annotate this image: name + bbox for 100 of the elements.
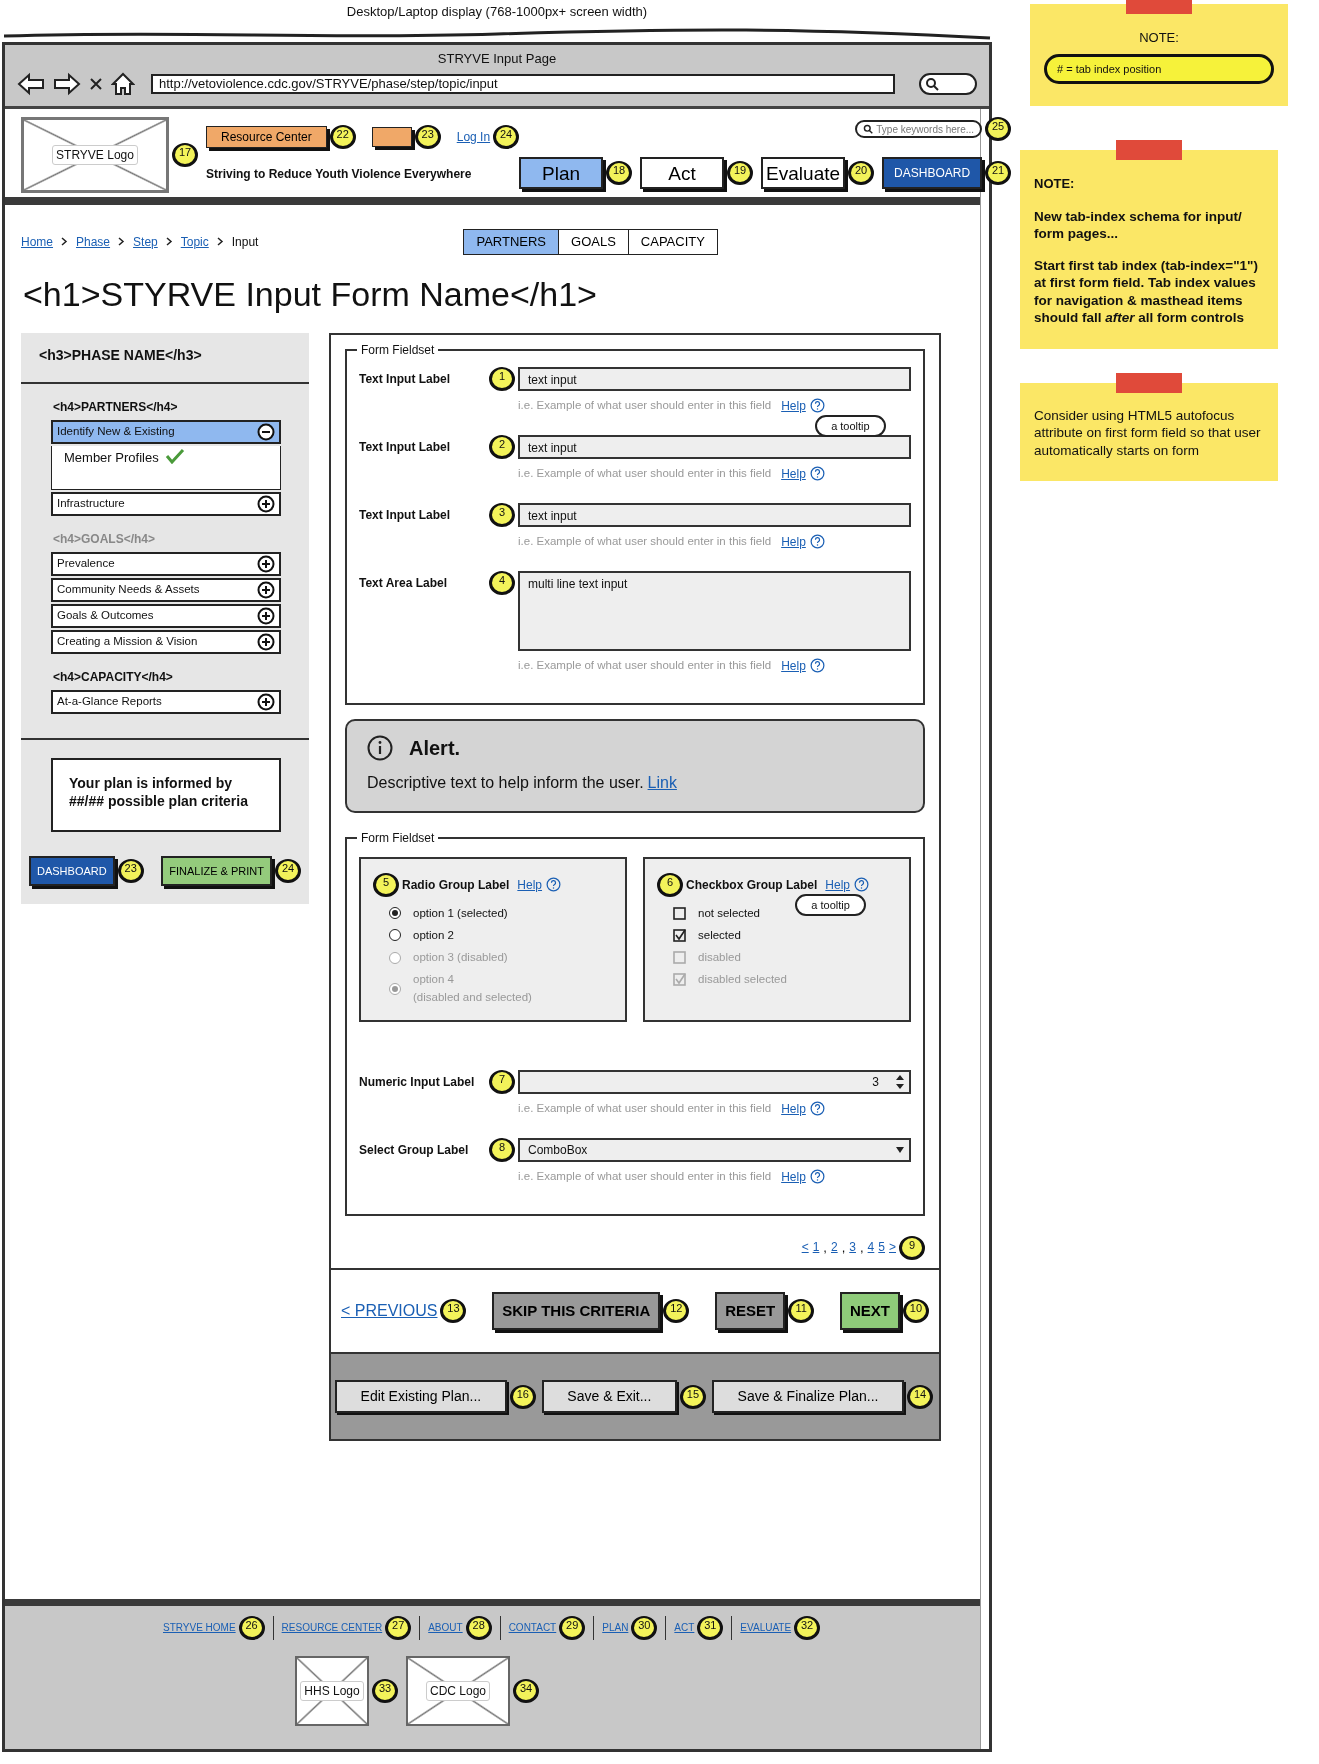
page-link[interactable]: 5 — [878, 1238, 885, 1258]
page-link[interactable]: > — [889, 1238, 896, 1258]
plus-icon[interactable] — [257, 494, 275, 513]
field-label: Text Input Label — [359, 506, 452, 524]
input-value: 3 — [872, 1073, 879, 1091]
breadcrumb-link[interactable]: Home — [21, 232, 53, 251]
tape-strip — [1126, 0, 1192, 14]
dashboard-tab[interactable]: DASHBOARD — [882, 157, 983, 189]
search-field[interactable] — [919, 73, 977, 95]
help-icon[interactable] — [809, 534, 825, 549]
finalize-button[interactable]: FINALIZE & PRINT — [161, 855, 272, 886]
plan-button[interactable]: Save & Finalize Plan... — [712, 1380, 904, 1414]
tab-index-marker: 18 — [606, 161, 633, 185]
tab-index-marker: 30 — [631, 1615, 658, 1640]
footer-link[interactable]: CONTACT — [508, 1622, 557, 1633]
next-button[interactable]: NEXT — [839, 1291, 900, 1331]
chevron-icon — [118, 237, 126, 247]
help-link[interactable]: Help — [517, 875, 543, 894]
search-placeholder: Type keywords here... — [876, 122, 975, 137]
breadcrumb-link[interactable]: Topic — [180, 232, 209, 251]
close-icon[interactable] — [89, 77, 103, 91]
help-link[interactable]: Help — [825, 875, 851, 894]
breadcrumb-link[interactable]: Phase — [76, 232, 111, 251]
separator-text: , — [860, 1239, 864, 1257]
breadcrumb-link[interactable]: Step — [133, 232, 158, 251]
help-link[interactable]: Help — [781, 656, 806, 675]
help-icon[interactable] — [809, 1101, 825, 1117]
previous-link[interactable]: < PREVIOUS — [341, 1299, 438, 1323]
tab-index-marker: 13 — [440, 1299, 467, 1323]
page-link[interactable]: 3 — [849, 1238, 856, 1258]
dashboard-button[interactable]: DASHBOARD — [29, 855, 115, 886]
logo-placeholder[interactable]: STRYVE Logo — [21, 117, 169, 193]
minus-icon[interactable] — [257, 422, 275, 441]
help-icon[interactable] — [809, 466, 825, 481]
page-link[interactable]: 4 — [867, 1238, 875, 1258]
nav-tab[interactable]: Evaluate — [761, 157, 846, 189]
tab-index-marker: 16 — [509, 1384, 536, 1409]
tab-index-marker: 34 — [513, 1678, 539, 1703]
back-icon[interactable] — [17, 72, 45, 96]
help-icon[interactable] — [546, 877, 562, 892]
action-button[interactable]: RESET — [715, 1291, 786, 1331]
plan-button[interactable]: Save & Exit... — [541, 1380, 677, 1414]
number-input[interactable]: 3 — [518, 1069, 911, 1094]
option-label: disabled — [698, 950, 741, 965]
help-link[interactable]: Help — [781, 1167, 806, 1186]
help-link[interactable]: Help — [781, 396, 806, 415]
plus-icon[interactable] — [257, 692, 275, 711]
nav-tab[interactable]: Plan — [519, 157, 604, 189]
tab-index-marker: 24 — [493, 125, 520, 149]
footer-link[interactable]: ABOUT — [428, 1622, 463, 1633]
alert-link[interactable]: Link — [647, 773, 677, 791]
page-link[interactable]: 2 — [831, 1238, 838, 1258]
footer-link[interactable]: RESOURCE CENTER — [281, 1622, 383, 1633]
sidebar-item[interactable]: At-a-Glance Reports — [51, 689, 281, 714]
sub-tab[interactable]: CAPACITY — [627, 229, 718, 255]
page-link[interactable]: 1 — [812, 1238, 820, 1258]
tab-index-marker: 20 — [848, 161, 875, 185]
footer-link[interactable]: ACT — [674, 1622, 695, 1633]
home-icon[interactable] — [111, 72, 135, 96]
help-icon[interactable] — [809, 658, 825, 673]
header-button[interactable]: Resource Center — [206, 126, 327, 148]
help-icon[interactable] — [854, 877, 870, 892]
page-link[interactable]: < — [801, 1238, 809, 1258]
hint-text: i.e. Example of what user should enter in this field — [518, 1101, 772, 1117]
text-input[interactable]: text input — [518, 366, 911, 391]
checkbox[interactable] — [673, 906, 686, 920]
info-icon — [367, 734, 393, 761]
select-field[interactable]: ComboBox — [518, 1137, 911, 1162]
sidebar-item[interactable]: Identify New & Existing — [51, 419, 281, 444]
radio-button[interactable] — [389, 929, 401, 942]
help-icon[interactable] — [809, 398, 825, 413]
checkbox[interactable] — [673, 928, 686, 942]
tab-index-marker: 7 — [489, 1069, 515, 1094]
footer-link[interactable]: STRYVE HOME — [163, 1622, 236, 1633]
sub-tab[interactable]: GOALS — [558, 229, 629, 255]
footer-link[interactable]: PLAN — [602, 1622, 629, 1633]
help-link[interactable]: Help — [781, 464, 806, 483]
address-field[interactable]: http://vetoviolence.cdc.gov/STRYVE/phase/step/topic/input — [151, 74, 895, 94]
login-link[interactable]: Log In — [456, 128, 491, 146]
footer-link[interactable]: EVALUATE — [740, 1622, 792, 1633]
sidebar-item[interactable]: Infrastructure — [51, 491, 281, 516]
nav-tab[interactable]: Act — [640, 157, 725, 189]
note-text: Consider using HTML5 autofocus attribute on first form field so that user automatically starts on form — [1034, 406, 1262, 460]
help-icon[interactable] — [809, 1169, 825, 1185]
text-input[interactable]: text input — [518, 502, 911, 527]
sub-item[interactable]: Member Profiles — [64, 447, 159, 467]
text-input[interactable]: text input — [518, 434, 911, 459]
search-icon — [925, 77, 939, 91]
help-link[interactable]: Help — [781, 532, 806, 551]
header-button[interactable] — [371, 127, 412, 147]
plan-button[interactable]: Edit Existing Plan... — [335, 1380, 507, 1414]
sub-tab[interactable]: PARTNERS — [463, 229, 560, 255]
radio-button[interactable] — [389, 907, 401, 920]
forward-icon[interactable] — [53, 72, 81, 96]
search-field[interactable]: Type keywords here... — [855, 120, 983, 138]
spinner-icon[interactable] — [895, 1073, 905, 1090]
action-button[interactable]: SKIP THIS CRITERIA — [492, 1291, 661, 1331]
logo-label: STRYVE Logo — [52, 145, 138, 165]
help-link[interactable]: Help — [781, 1099, 806, 1118]
text-area[interactable]: multi line text input — [518, 570, 911, 651]
